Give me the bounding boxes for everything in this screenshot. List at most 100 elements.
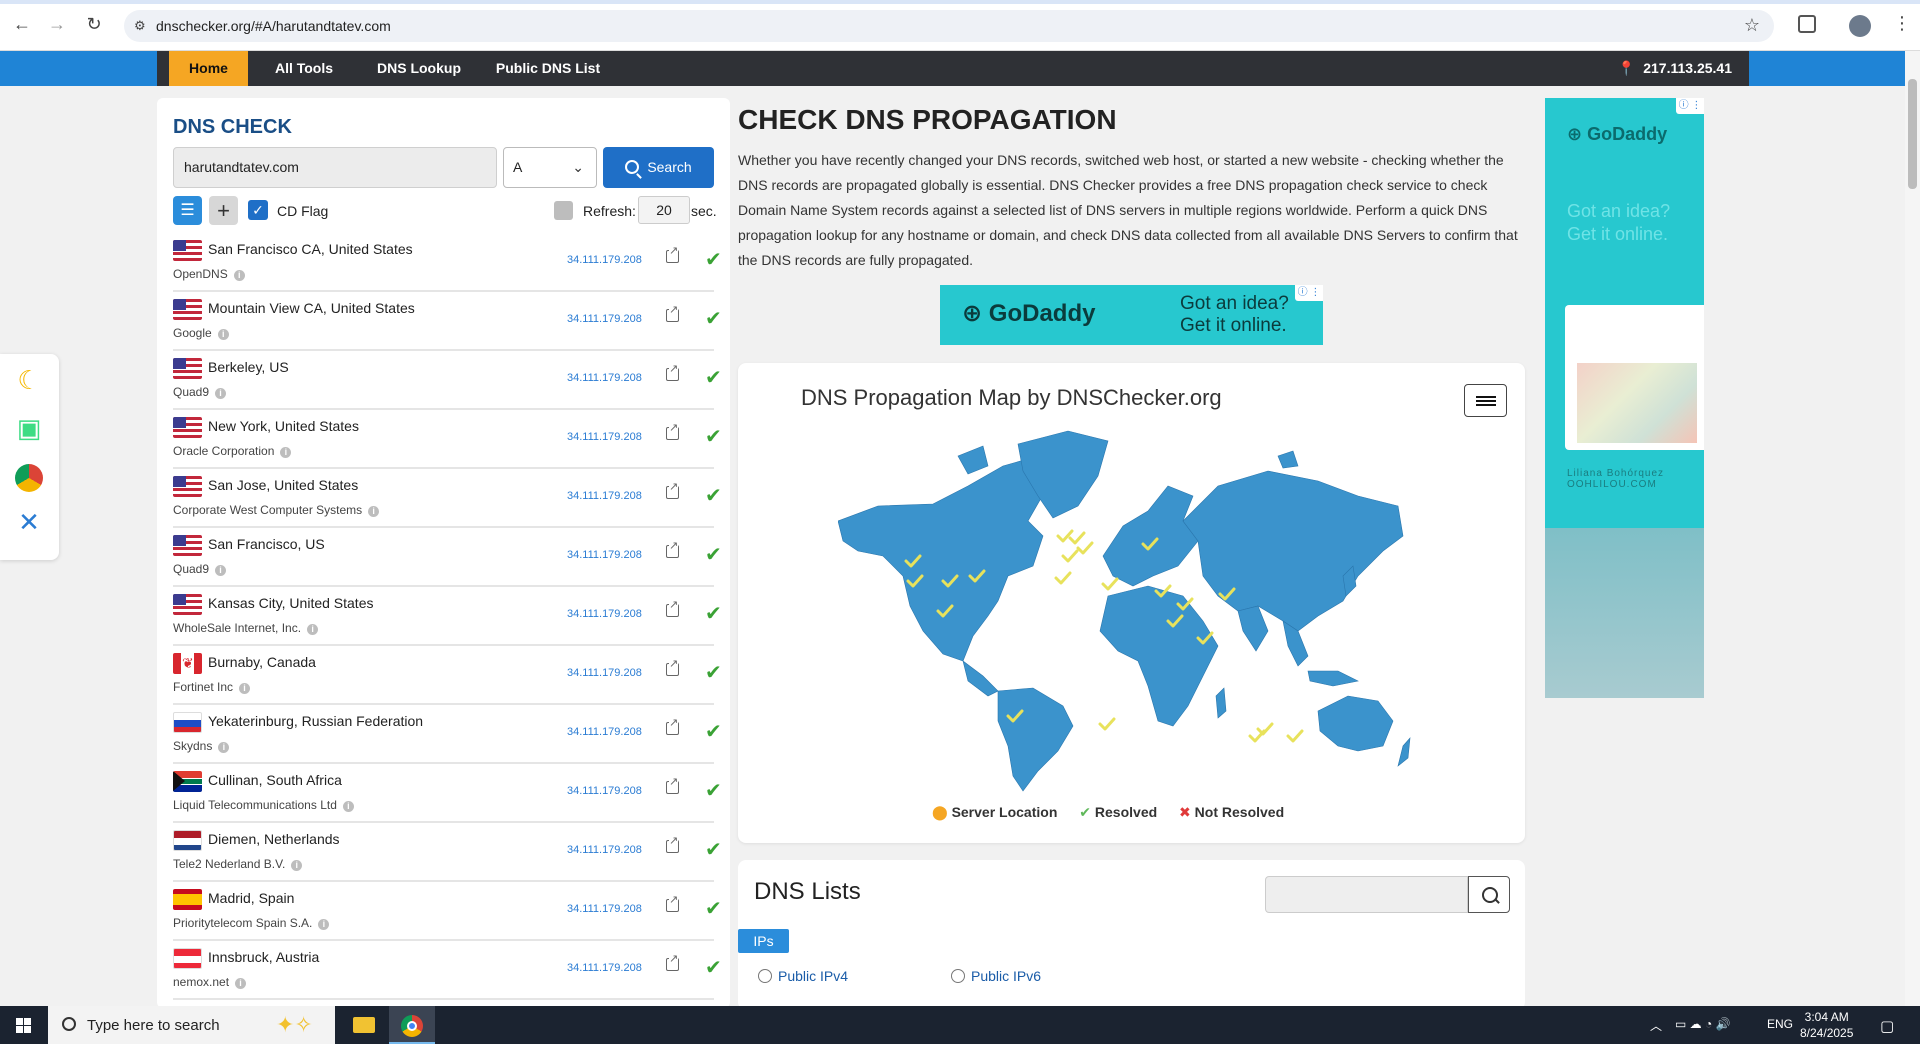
info-icon[interactable]: i [291,860,303,871]
forward-icon[interactable]: → [47,14,67,34]
clock-time: 3:04 AM [1804,1010,1849,1024]
external-link-icon[interactable] [666,599,679,617]
info-icon[interactable]: i [215,565,227,576]
nav-all-tools[interactable]: All Tools [248,51,360,86]
info-icon[interactable]: i [342,801,354,812]
side-advertisement[interactable]: ⓘ ⋮ ⊕ GoDaddy Got an idea? Get it online… [1545,98,1704,698]
dns-lists-search-input[interactable] [1265,876,1468,913]
nav-dns-lookup[interactable]: DNS Lookup [360,51,478,86]
external-link-icon[interactable] [666,835,679,853]
resolved-check-icon: ✔ [705,957,722,979]
external-link-icon[interactable] [666,363,679,381]
ad-choices-icon[interactable]: ⓘ ⋮ [1295,285,1323,301]
url-text[interactable]: dnschecker.org/#A/harutandtatev.com [156,18,391,34]
provider-name: Corporate West Computer Systems [173,503,363,517]
tray-chevron-icon[interactable]: ︿ [1650,1017,1662,1034]
back-icon[interactable]: ← [12,14,32,34]
resolved-ip[interactable]: 34.111.179.208 [567,844,642,856]
language-indicator[interactable]: ENG [1767,1017,1793,1031]
dark-mode-moon-icon[interactable]: ☾ [13,364,45,396]
scrollbar-thumb[interactable] [1908,79,1917,189]
windows-start-icon[interactable] [16,1018,31,1033]
external-link-icon[interactable] [666,717,679,735]
external-link-icon[interactable] [666,894,679,912]
dns-lists-search-button[interactable] [1468,876,1510,913]
record-type-select[interactable]: A ⌄ [503,147,597,188]
resolved-ip[interactable]: 34.111.179.208 [567,667,642,679]
provider-name: Quad9 [173,385,210,399]
resolved-ip[interactable]: 34.111.179.208 [567,254,642,266]
nav-public-dns-list[interactable]: Public DNS List [478,51,618,86]
info-icon[interactable]: i [235,978,247,989]
reload-icon[interactable]: ↻ [84,14,104,34]
resolved-ip[interactable]: 34.111.179.208 [567,726,642,738]
info-icon[interactable]: i [233,270,245,281]
page-scrollbar[interactable] [1905,51,1920,1006]
external-link-icon[interactable] [666,245,679,263]
resolved-ip[interactable]: 34.111.179.208 [567,490,642,502]
external-link-icon[interactable] [666,953,679,971]
domain-input[interactable]: harutandtatev.com [173,147,497,188]
taskbar-search[interactable]: Type here to search ✦✧ [48,1006,335,1044]
public-ipv6-link[interactable]: Public IPv6 [951,968,1041,984]
browser-menu-icon[interactable]: ⋮ [1893,13,1911,34]
tab-ips[interactable]: IPs [738,929,789,953]
chrome-icon [401,1015,423,1037]
info-icon[interactable]: i [218,742,230,753]
cd-flag-checkbox[interactable]: ✓ [248,200,268,220]
server-provider: Corporate West Computer Systems i [173,503,380,517]
info-icon[interactable]: i [318,919,330,930]
resolved-ip[interactable]: 34.111.179.208 [567,962,642,974]
chrome-app[interactable] [389,1006,435,1044]
info-icon[interactable]: i [217,329,229,340]
tools-icon[interactable]: ✕ [13,506,45,538]
external-link-icon[interactable] [666,776,679,794]
info-icon[interactable]: i [280,447,292,458]
system-clock[interactable]: 3:04 AM 8/24/2025 [1800,1009,1853,1041]
search-button[interactable]: Search [603,147,714,188]
address-bar[interactable]: ⚙ dnschecker.org/#A/harutandtatev.com ☆ [124,10,1774,42]
notification-icon[interactable]: ▢ [1880,1017,1894,1035]
public-ipv4-link[interactable]: Public IPv4 [758,968,848,984]
info-icon[interactable]: i [368,506,380,517]
external-link-icon[interactable] [666,304,679,322]
us-flag-icon [173,299,202,320]
file-explorer-app[interactable] [340,1006,386,1044]
provider-name: Prioritytelecom Spain S.A. [173,916,313,930]
chrome-extension-icon[interactable] [13,460,45,493]
banner-advertisement[interactable]: ⊕ GoDaddy Got an idea? Get it online. ⓘ … [940,285,1323,345]
resolved-ip[interactable]: 34.111.179.208 [567,903,642,915]
external-link-icon[interactable] [666,481,679,499]
info-icon[interactable]: i [307,624,319,635]
site-info-icon[interactable]: ⚙ [134,18,150,34]
android-icon[interactable]: ▣ [13,412,45,444]
resolved-ip[interactable]: 34.111.179.208 [567,549,642,561]
resolved-ip[interactable]: 34.111.179.208 [567,785,642,797]
resolved-ip[interactable]: 34.111.179.208 [567,372,642,384]
server-location: Yekaterinburg, Russian Federation [208,713,424,729]
austria-flag-icon [173,948,202,969]
resolved-ip[interactable]: 34.111.179.208 [567,313,642,325]
info-icon[interactable]: i [239,683,251,694]
resolved-ip[interactable]: 34.111.179.208 [567,431,642,443]
filter-settings-button[interactable]: ☰ [173,196,202,225]
tray-network-icons[interactable]: ▭ ☁ ◔ 🔊 [1675,1017,1731,1031]
info-icon[interactable]: i [215,388,227,399]
external-link-icon[interactable] [666,422,679,440]
refresh-checkbox[interactable] [554,201,573,220]
resolved-check-icon: ✔ [705,249,722,271]
nav-home[interactable]: Home [169,51,248,86]
profile-avatar[interactable] [1849,15,1871,37]
extensions-icon[interactable] [1798,15,1816,33]
bookmark-star-icon[interactable]: ☆ [1744,15,1760,36]
resolved-ip[interactable]: 34.111.179.208 [567,608,642,620]
server-location: Berkeley, US [208,359,289,375]
add-server-button[interactable]: + [209,196,238,225]
server-location: Burnaby, Canada [208,654,316,670]
ad-choices-icon[interactable]: ⓘ ⋮ [1676,98,1704,114]
external-link-icon[interactable] [666,658,679,676]
refresh-interval-input[interactable]: 20 [638,196,690,224]
external-link-icon[interactable] [666,540,679,558]
map-menu-button[interactable] [1464,384,1507,417]
link-label: Public IPv4 [778,968,849,984]
